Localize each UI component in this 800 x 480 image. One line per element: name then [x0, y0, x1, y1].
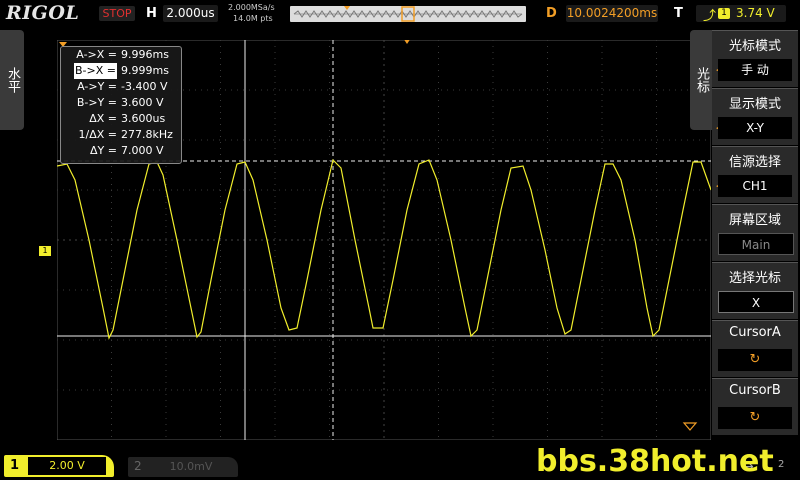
- menu-item-cursor-b[interactable]: CursorB ↻: [712, 378, 798, 435]
- readout-row: B->X = 9.999ms: [61, 63, 179, 79]
- menu-item-title: CursorB: [729, 383, 781, 398]
- menu-item-select-cursor[interactable]: 选择光标 X: [712, 262, 798, 319]
- readout-label: B->Y =: [76, 96, 117, 109]
- menu-item-value: Main: [718, 233, 794, 255]
- menu-item-cursor-a[interactable]: CursorA ↻: [712, 320, 798, 377]
- ch1-offset-marker[interactable]: 1: [39, 246, 51, 256]
- menu-item-value: X-Y: [718, 117, 792, 139]
- menu-item-value: CH1: [718, 175, 792, 197]
- cursor-readout-panel: A->X = 9.996ms B->X = 9.999ms A->Y = -3.…: [60, 46, 182, 164]
- menu-item-screen-region[interactable]: 屏幕区域 Main: [712, 204, 798, 261]
- trigger-label: T: [674, 6, 683, 21]
- memory-trigger-marker: [344, 6, 350, 10]
- knob-rotate-icon: ↻: [718, 407, 792, 429]
- menu-item-title: 信源选择: [728, 155, 781, 170]
- ch1-vertical-scale: 2.00 V: [28, 457, 106, 475]
- readout-row: A->Y = -3.400 V: [61, 79, 179, 95]
- ch2-number: 2: [134, 459, 142, 473]
- readout-label: ΔY =: [90, 144, 117, 157]
- readout-label: A->X =: [76, 48, 117, 61]
- ch2-vertical-scale: 10.0mV: [169, 460, 213, 473]
- sample-rate: 2.000MSa/s: [228, 3, 275, 12]
- trigger-level: 3.74 V: [736, 6, 775, 20]
- run-stop-status[interactable]: STOP: [99, 6, 135, 21]
- readout-label: 1/ΔX =: [78, 128, 117, 141]
- menu-item-display-mode[interactable]: 显示模式 ◀ X-Y: [712, 88, 798, 145]
- menu-item-title: 选择光标: [728, 271, 781, 286]
- horizontal-label: H: [146, 6, 157, 21]
- menu-item-value: X: [718, 291, 794, 313]
- readout-row: B->Y = 3.600 V: [61, 95, 179, 111]
- readout-value: 277.8kHz: [121, 128, 173, 141]
- readout-label: ΔX =: [89, 112, 117, 125]
- readout-row: ΔX = 3.600us: [61, 111, 179, 127]
- readout-value: 3.600 V: [121, 96, 164, 109]
- horizontal-delay[interactable]: 10.0024200ms: [566, 5, 658, 22]
- menu-item-value: 手 动: [718, 59, 792, 81]
- trigger-level-marker: [682, 422, 698, 431]
- memory-overview-waveform: [293, 6, 523, 22]
- readout-value: 3.600us: [121, 112, 166, 125]
- trigger-source: 1: [718, 8, 730, 19]
- rigol-logo: RIGOL: [6, 2, 80, 24]
- site-watermark: bbs.38hot.net: [536, 444, 774, 479]
- readout-row: 1/ΔX = 277.8kHz: [61, 127, 179, 143]
- memory-overview-bar: [290, 6, 526, 22]
- menu-item-cursor-mode[interactable]: 光标模式 ◀ 手 动: [712, 30, 798, 87]
- readout-value: 7.000 V: [121, 144, 164, 157]
- menu-item-source[interactable]: 信源选择 ◀ CH1: [712, 146, 798, 203]
- readout-label-selected: B->X =: [74, 63, 117, 79]
- readout-label: A->Y =: [77, 80, 117, 93]
- menu-item-title: 光标模式: [728, 39, 781, 54]
- rising-edge-icon: ⤴: [703, 9, 717, 24]
- readout-value: 9.999ms: [121, 64, 169, 77]
- horizontal-menu-tab[interactable]: 水平: [0, 30, 24, 130]
- memory-depth: 14.0M pts: [233, 14, 273, 23]
- menu-item-title: CursorA: [729, 325, 781, 340]
- cursor-menu-tab[interactable]: 光标: [690, 30, 712, 130]
- trigger-position-marker: [404, 40, 410, 44]
- ch1-number: 1: [10, 458, 20, 473]
- readout-value: -3.400 V: [121, 80, 168, 93]
- knob-rotate-icon: ↻: [718, 349, 792, 371]
- menu-item-title: 显示模式: [728, 97, 781, 112]
- delay-label: D: [546, 6, 557, 21]
- menu-item-title: 屏幕区域: [728, 213, 781, 228]
- readout-row: A->X = 9.996ms: [61, 47, 179, 63]
- readout-value: 9.996ms: [121, 48, 169, 61]
- readout-row: ΔY = 7.000 V: [61, 143, 179, 159]
- page-number: 2: [778, 459, 785, 470]
- horizontal-scale[interactable]: 2.000us: [163, 5, 218, 22]
